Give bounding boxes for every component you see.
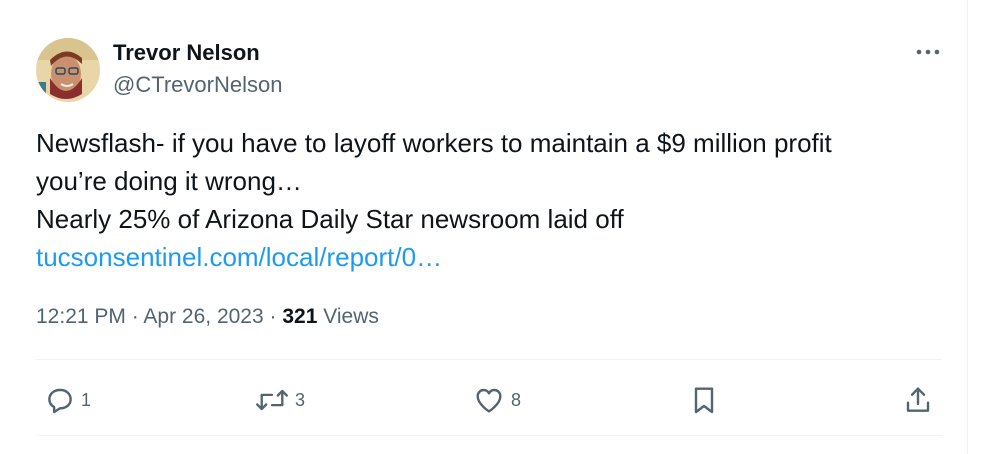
views-label: Views (323, 305, 379, 328)
tweet-time[interactable]: 12:21 PM (36, 305, 126, 328)
more-options-button[interactable] (910, 40, 946, 64)
reply-icon (48, 388, 72, 414)
tweet-link[interactable]: tucsonsentinel.com/local/report/0… (36, 238, 936, 276)
share-button[interactable] (902, 380, 934, 420)
divider (36, 359, 942, 360)
views-count: 321 (282, 305, 318, 328)
tweet-date[interactable]: Apr 26, 2023 (143, 305, 263, 328)
meta-separator: · (131, 305, 144, 328)
meta-separator: · (269, 305, 283, 328)
more-horizontal-icon (916, 49, 940, 55)
tweet-card: Trevor Nelson @CTrevorNelson Newsflash- … (0, 0, 968, 454)
tweet-meta: 12:21 PM · Apr 26, 2023 · 321 Views (36, 305, 379, 329)
share-icon (906, 387, 930, 412)
like-count: 8 (511, 389, 522, 410)
reply-count: 1 (81, 389, 92, 410)
retweet-count: 3 (295, 389, 306, 410)
divider (36, 435, 942, 436)
reply-button[interactable]: 1 (44, 380, 91, 420)
bookmark-icon (694, 387, 714, 414)
like-button[interactable]: 8 (472, 380, 521, 420)
avatar-image (36, 38, 100, 102)
retweet-icon (256, 389, 288, 411)
heart-icon (476, 388, 502, 413)
avatar[interactable] (36, 38, 100, 102)
author-name[interactable]: Trevor Nelson (113, 40, 260, 66)
retweet-button[interactable]: 3 (254, 380, 305, 420)
tweet-text-line: you’re doing it wrong… (36, 166, 302, 196)
tweet-text-line: Newsflash- if you have to layoff workers… (36, 128, 832, 158)
tweet-text: Newsflash- if you have to layoff workers… (36, 124, 936, 276)
tweet-text-line: Nearly 25% of Arizona Daily Star newsroo… (36, 204, 624, 234)
bookmark-button[interactable] (688, 380, 720, 420)
author-handle[interactable]: @CTrevorNelson (113, 72, 282, 98)
